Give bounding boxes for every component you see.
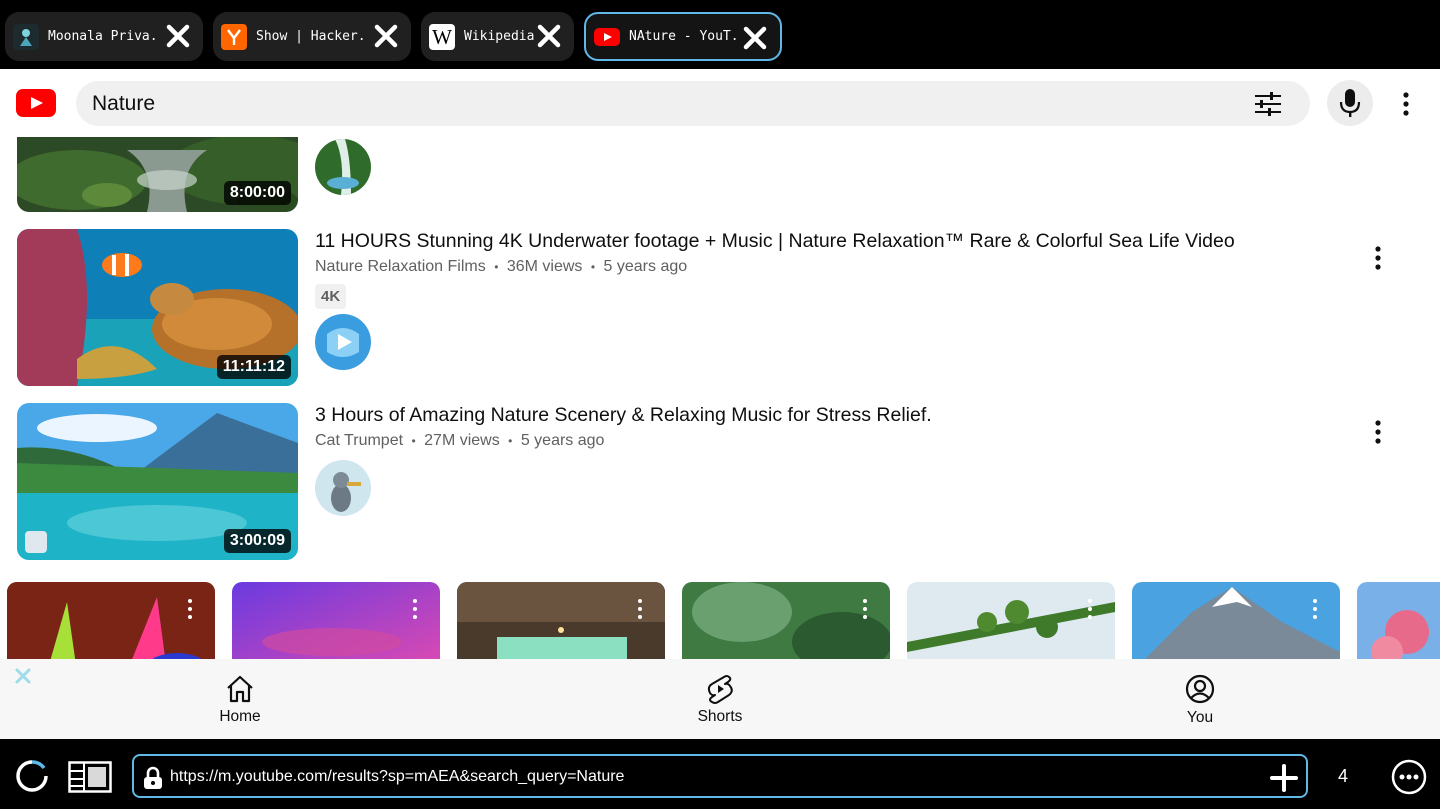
- more-options-icon[interactable]: [1312, 598, 1318, 620]
- video-duration: 3:00:09: [223, 529, 291, 553]
- 4k-badge: 4K: [315, 284, 347, 309]
- video-duration: 11:11:12: [216, 355, 291, 379]
- browser-menu-icon[interactable]: [1391, 759, 1427, 795]
- more-options-icon[interactable]: [862, 598, 868, 620]
- tab-label: Show | Hacker..: [256, 29, 368, 44]
- channel-avatar[interactable]: [315, 314, 371, 370]
- tab-hacker-news[interactable]: Show | Hacker..: [213, 12, 411, 61]
- video-thumbnail[interactable]: 11:11:12: [17, 229, 298, 386]
- more-options-icon[interactable]: [1374, 245, 1382, 271]
- tab-wikipedia[interactable]: W Wikipedia: [421, 12, 574, 61]
- close-tab-icon[interactable]: [373, 23, 399, 49]
- tab-moonala[interactable]: Moonala Priva..: [5, 12, 203, 61]
- more-menu-icon[interactable]: [1402, 91, 1410, 117]
- search-field[interactable]: Nature: [76, 81, 1310, 126]
- wikipedia-favicon: W: [429, 23, 455, 50]
- more-options-icon[interactable]: [412, 598, 418, 620]
- close-icon[interactable]: [14, 667, 32, 685]
- view-count: 36M views: [506, 258, 583, 275]
- shorts-icon: [707, 675, 733, 704]
- tab-youtube[interactable]: NAture - YouT..: [584, 12, 782, 61]
- bottom-navigation: Home Shorts You: [0, 659, 1440, 739]
- browser-window: Moonala Priva.. Show | Hacker.. W Wikipe…: [0, 0, 1440, 809]
- tab-label: NAture - YouT..: [629, 29, 741, 44]
- youtube-header: Nature: [0, 69, 1440, 137]
- nav-shorts-label: Shorts: [697, 708, 743, 725]
- voice-search-button[interactable]: [1327, 80, 1373, 126]
- more-options-icon[interactable]: [1087, 598, 1093, 620]
- nav-you-label: You: [1186, 709, 1214, 726]
- video-metadata: Cat Trumpet • 27M views • 5 years ago: [315, 432, 604, 450]
- search-query[interactable]: Nature: [92, 92, 155, 116]
- close-tab-icon[interactable]: [742, 25, 768, 51]
- more-options-icon[interactable]: [637, 598, 643, 620]
- new-tab-plus-icon[interactable]: [1270, 764, 1298, 792]
- nav-home-label: Home: [219, 708, 261, 725]
- channel-name[interactable]: Cat Trumpet: [315, 432, 403, 449]
- tab-label: Wikipedia: [464, 29, 535, 44]
- video-title[interactable]: 11 HOURS Stunning 4K Underwater footage …: [315, 230, 1235, 253]
- address-bar[interactable]: https://m.youtube.com/results?sp=mAEA&se…: [132, 754, 1308, 798]
- tab-label: Moonala Priva..: [48, 29, 160, 44]
- lock-icon[interactable]: [142, 766, 164, 790]
- more-options-icon[interactable]: [187, 598, 193, 620]
- meta-separator: •: [508, 434, 513, 448]
- reader-mode-icon[interactable]: [68, 761, 112, 793]
- moonala-favicon: [13, 23, 39, 50]
- tab-count[interactable]: 4: [1338, 766, 1348, 787]
- channel-name[interactable]: Nature Relaxation Films: [315, 258, 486, 275]
- youtube-favicon: [594, 24, 620, 50]
- video-duration: 8:00:00: [223, 181, 291, 205]
- youtube-logo-icon[interactable]: [16, 89, 56, 117]
- video-metadata: Nature Relaxation Films • 36M views • 5 …: [315, 258, 687, 276]
- microphone-icon: [1339, 89, 1361, 117]
- tab-strip: Moonala Priva.. Show | Hacker.. W Wikipe…: [0, 0, 1440, 69]
- account-icon: [1185, 674, 1215, 704]
- nav-you[interactable]: You: [1140, 659, 1260, 739]
- meta-separator: •: [411, 434, 416, 448]
- nav-home[interactable]: Home: [180, 659, 300, 739]
- meta-separator: •: [590, 260, 596, 274]
- video-title[interactable]: 3 Hours of Amazing Nature Scenery & Rela…: [315, 404, 932, 427]
- reload-icon[interactable]: [12, 756, 52, 796]
- close-tab-icon[interactable]: [165, 23, 191, 49]
- browser-toolbar: https://m.youtube.com/results?sp=mAEA&se…: [0, 739, 1440, 809]
- channel-avatar[interactable]: [315, 139, 371, 195]
- nav-shorts[interactable]: Shorts: [660, 659, 780, 739]
- close-tab-icon[interactable]: [536, 23, 562, 49]
- upload-age: 5 years ago: [520, 432, 605, 449]
- view-count: 27M views: [424, 432, 500, 449]
- url-text[interactable]: https://m.youtube.com/results?sp=mAEA&se…: [170, 768, 624, 786]
- meta-separator: •: [494, 260, 499, 274]
- hacker-news-favicon: [221, 23, 247, 50]
- home-icon: [227, 675, 253, 703]
- upload-age: 5 years ago: [603, 258, 688, 275]
- more-options-icon[interactable]: [1374, 419, 1382, 445]
- search-filters-icon[interactable]: [1254, 90, 1282, 118]
- channel-avatar[interactable]: [315, 460, 371, 516]
- video-thumbnail[interactable]: 3:00:09: [17, 403, 298, 560]
